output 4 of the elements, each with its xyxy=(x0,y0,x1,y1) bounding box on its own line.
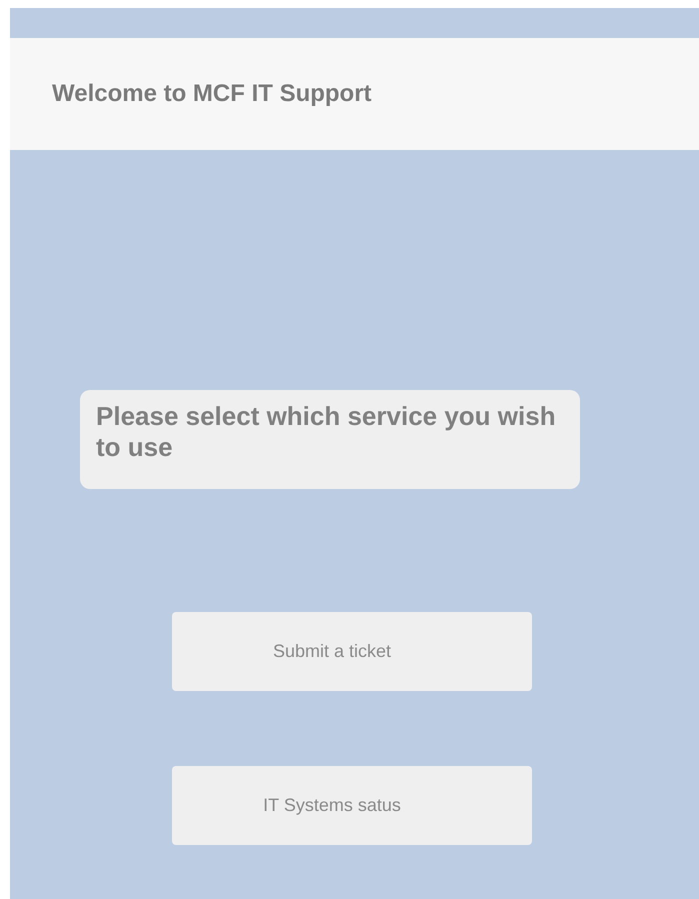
page-title: Welcome to MCF IT Support xyxy=(52,80,372,108)
service-button[interactable]: Submit a ticket xyxy=(172,612,532,691)
service-button[interactable]: IT Systems satus xyxy=(172,766,532,845)
prompt-message: Please select which service you wish to use xyxy=(80,390,580,489)
